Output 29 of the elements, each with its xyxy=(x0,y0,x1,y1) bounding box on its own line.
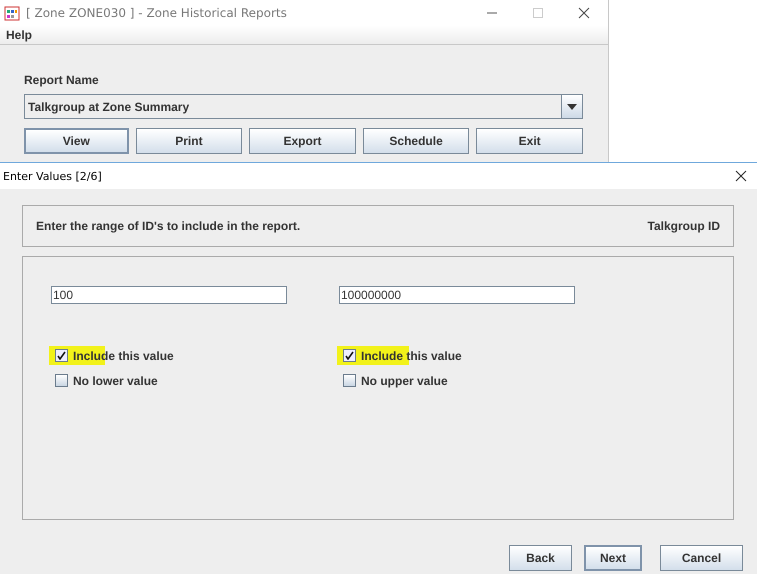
checkbox[interactable] xyxy=(343,374,356,387)
check-icon xyxy=(345,351,354,360)
toolbar-button[interactable]: View xyxy=(24,128,129,154)
check-icon xyxy=(57,351,66,360)
toolbar-button[interactable]: Print xyxy=(136,128,242,154)
caret-icon xyxy=(567,104,577,110)
checkbox-option[interactable]: No upper value xyxy=(337,371,448,390)
report-name-label: Report Name xyxy=(24,73,100,87)
toolbar-button[interactable]: Exit xyxy=(476,128,583,154)
menu-item[interactable]: Help xyxy=(6,28,32,42)
calendar-icon xyxy=(4,4,20,20)
report-dropdown[interactable]: Talkgroup at Zone Summary xyxy=(24,94,583,119)
dialog-button[interactable]: Back xyxy=(509,545,572,571)
field-name-label: Talkgroup ID xyxy=(648,219,720,233)
instruction-text: Enter the range of ID's to include in the report. xyxy=(36,219,300,233)
dialog-title: Enter Values [2/6] xyxy=(3,170,103,182)
window-title: [ Zone ZONE030 ] - Zone Historical Reports xyxy=(26,6,288,20)
close-icon[interactable] xyxy=(735,170,747,182)
dialog-button[interactable]: Next xyxy=(584,545,642,571)
checkbox[interactable] xyxy=(55,349,68,362)
id-input-field[interactable]: 100 xyxy=(51,286,287,304)
toolbar-button[interactable]: Export xyxy=(249,128,356,154)
dialog-button[interactable]: Cancel xyxy=(660,545,743,571)
checkbox-option[interactable]: No lower value xyxy=(49,371,158,390)
id-input-field[interactable]: 100000000 xyxy=(339,286,575,304)
checkbox[interactable] xyxy=(343,349,356,362)
toolbar-button[interactable]: Schedule xyxy=(362,128,470,154)
close-icon[interactable] xyxy=(578,6,590,18)
checkbox[interactable] xyxy=(55,374,68,387)
